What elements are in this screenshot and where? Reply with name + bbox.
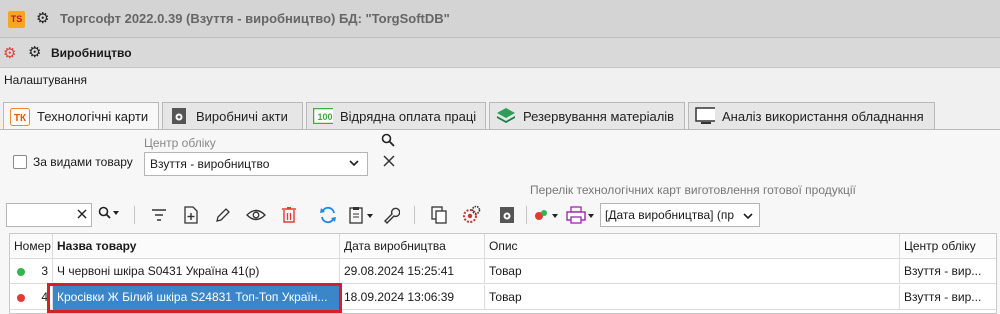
by-product-types-label: За видами товару xyxy=(33,155,133,169)
tab-label: Відрядна оплата праці xyxy=(340,108,477,124)
filter-icon[interactable] xyxy=(148,204,170,226)
tab-label: Резервування матеріалів xyxy=(523,108,675,124)
tab-label: Виробничі акти xyxy=(196,108,288,124)
add-icon[interactable] xyxy=(180,204,202,226)
accounting-center-select[interactable]: Взуття - виробництво xyxy=(144,152,368,176)
chevron-down-icon xyxy=(348,157,360,172)
accounting-center-label: Центр обліку xyxy=(144,136,216,150)
clear-filter-icon[interactable] xyxy=(382,154,396,173)
tech-cards-table: Номер Назва товару Дата виробництва Опис… xyxy=(9,233,997,314)
column-header-number[interactable]: Номер xyxy=(10,234,53,259)
edit-pencil-icon[interactable] xyxy=(212,204,234,226)
accounting-center-cell[interactable]: Взуття - вир... xyxy=(900,285,996,310)
clear-search-icon[interactable] xyxy=(77,207,87,222)
gear-icon: ⚙ xyxy=(36,10,50,27)
status-dot-icon xyxy=(17,268,25,276)
table-row[interactable]: 3 Ч червоні шкіра S0431 Україна 41(р) 29… xyxy=(10,259,996,284)
color-marker-icon[interactable] xyxy=(534,204,562,226)
tab-bar: ТК Технологічні карти Виробничі акти 100… xyxy=(3,102,993,130)
window-titlebar: TS ⚙ Торгсофт 2022.0.39 (Взуття - виробн… xyxy=(0,0,1000,38)
copy-icon[interactable] xyxy=(428,204,450,226)
search-icon[interactable] xyxy=(381,133,395,150)
toolbar-separator xyxy=(526,206,527,224)
row-number: 4 xyxy=(41,290,48,304)
accounting-center-cell[interactable]: Взуття - вир... xyxy=(900,259,996,284)
column-header-description[interactable]: Опис xyxy=(485,234,900,259)
menu-settings[interactable]: Налаштування xyxy=(4,73,87,87)
description-cell[interactable]: Товар xyxy=(485,285,900,310)
tab-equipment-analysis[interactable]: Аналіз використання обладнання xyxy=(688,102,935,129)
column-header-accounting-center[interactable]: Центр обліку xyxy=(900,234,996,259)
production-act-icon xyxy=(169,107,189,125)
refresh-icon[interactable] xyxy=(317,204,339,226)
toolbar-separator xyxy=(414,206,415,224)
sort-select[interactable]: [Дата виробництва] (пр xyxy=(600,203,760,227)
product-name-cell[interactable]: Ч червоні шкіра S0431 Україна 41(р) xyxy=(53,259,340,284)
monitor-icon xyxy=(695,107,715,125)
tab-label: Аналіз використання обладнання xyxy=(722,108,924,124)
pay-icon-text: 100 xyxy=(317,112,332,122)
layers-icon xyxy=(496,107,516,125)
toolbar: [Дата виробництва] (пр xyxy=(4,200,994,230)
row-number-cell[interactable]: 3 xyxy=(10,259,53,284)
window-title: Торгсофт 2022.0.39 (Взуття - виробництво… xyxy=(60,11,450,26)
status-dot-icon xyxy=(17,294,25,302)
column-header-production-date[interactable]: Дата виробництва xyxy=(340,234,485,259)
tab-production-acts[interactable]: Виробничі акти xyxy=(162,102,303,129)
chevron-down-icon xyxy=(740,204,754,226)
delete-trash-icon[interactable] xyxy=(278,204,300,226)
product-name-cell-selected[interactable]: Кросівки Ж Білий шкіра S24831 Топ-Топ Ук… xyxy=(53,285,340,310)
search-input[interactable] xyxy=(6,203,92,227)
row-number: 3 xyxy=(41,264,48,278)
tk-icon: ТК xyxy=(10,107,30,126)
toolbar-separator xyxy=(134,206,135,224)
sort-value: [Дата виробництва] (пр xyxy=(605,208,734,222)
tab-piecework-pay[interactable]: 100 Відрядна оплата праці xyxy=(306,102,486,129)
module-title: Виробництво xyxy=(51,46,132,60)
module-header: ⚙ ⚙ Виробництво xyxy=(0,38,1000,68)
production-date-cell[interactable]: 18.09.2024 13:06:39 xyxy=(340,285,485,310)
tab-label: Технологічні карти xyxy=(37,109,149,124)
search-options-icon[interactable] xyxy=(98,206,120,223)
table-row-selected[interactable]: 4 Кросівки Ж Білий шкіра S24831 Топ-Топ … xyxy=(10,285,996,310)
print-icon[interactable] xyxy=(566,204,596,226)
production-date-cell[interactable]: 29.08.2024 15:25:41 xyxy=(340,259,485,284)
app-logo: TS xyxy=(8,11,25,28)
production-act-icon[interactable] xyxy=(496,204,518,226)
description-cell[interactable]: Товар xyxy=(485,259,900,284)
accounting-center-value: Взуття - виробництво xyxy=(150,157,270,171)
table-header-row: Номер Назва товару Дата виробництва Опис… xyxy=(10,234,996,259)
column-header-product-name[interactable]: Назва товару xyxy=(53,234,340,259)
by-product-types-checkbox[interactable] xyxy=(13,155,27,169)
tk-icon-text: ТК xyxy=(14,113,27,124)
view-eye-icon[interactable] xyxy=(245,204,267,226)
tab-material-reservation[interactable]: Резервування матеріалів xyxy=(489,102,685,129)
gear-icon[interactable]: ⚙ xyxy=(28,43,41,61)
piecework-pay-icon: 100 xyxy=(313,107,333,125)
production-gears-icon: ⚙ xyxy=(3,45,17,62)
document-menu-icon[interactable] xyxy=(347,204,377,226)
wrench-icon[interactable] xyxy=(380,204,402,226)
by-product-types-filter[interactable]: За видами товару xyxy=(13,155,133,169)
row-number-cell[interactable]: 4 xyxy=(10,285,53,310)
production-settings-icon[interactable] xyxy=(460,204,482,226)
tab-technological-cards[interactable]: ТК Технологічні карти xyxy=(3,102,159,130)
panel-description: Перелік технологічних карт виготовлення … xyxy=(530,183,856,197)
